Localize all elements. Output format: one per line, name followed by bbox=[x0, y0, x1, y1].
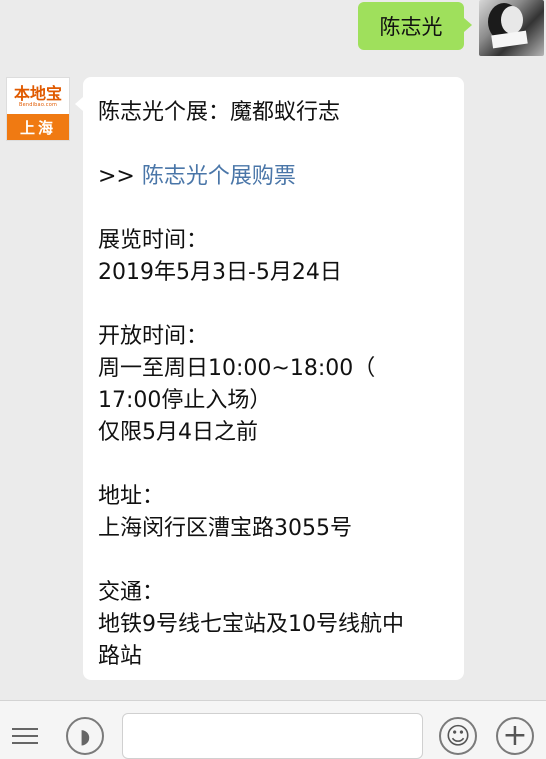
emoji-icon[interactable]: ☺ bbox=[439, 717, 477, 755]
address: 上海闵行区漕宝路3055号 bbox=[98, 516, 352, 541]
chat-input-bar: ◗ ☺ + bbox=[0, 700, 546, 759]
user-avatar[interactable] bbox=[479, 0, 544, 56]
exhibition-time: 2019年5月3日-5月24日 bbox=[98, 260, 342, 285]
opening-hours-note: 仅限5月4日之前 bbox=[98, 420, 258, 445]
message-title: 陈志光个展：魔都蚁行志 bbox=[98, 100, 341, 125]
bot-city-label: 上海 bbox=[7, 114, 69, 140]
bot-logo-subtitle: Bendibao.com bbox=[18, 101, 58, 108]
ticket-link-line[interactable]: >> 陈志光个展购票 bbox=[98, 161, 450, 193]
menu-icon[interactable] bbox=[12, 723, 38, 747]
opening-hours-line-2: 17:00停止入场） bbox=[98, 388, 272, 413]
user-message-text: 陈志光 bbox=[379, 15, 443, 39]
transport-line-1: 地铁9号线七宝站及10号线航中 bbox=[98, 612, 404, 637]
bot-avatar[interactable]: 本地宝 Bendibao.com 上海 bbox=[6, 77, 70, 141]
bot-message-bubble[interactable]: 陈志光个展：魔都蚁行志 >> 陈志光个展购票 展览时间： 2019年5月3日-5… bbox=[75, 77, 464, 680]
message-input[interactable] bbox=[122, 713, 423, 759]
address-label: 地址： bbox=[98, 484, 165, 509]
opening-hours-line-1: 周一至周日10:00~18:00（ bbox=[98, 356, 376, 381]
link-prefix: >> bbox=[98, 164, 135, 189]
transport-label: 交通： bbox=[98, 580, 165, 605]
voice-icon[interactable]: ◗ bbox=[66, 717, 104, 755]
opening-hours-label: 开放时间： bbox=[98, 324, 209, 349]
plus-icon[interactable]: + bbox=[496, 717, 534, 755]
user-message-bubble[interactable]: 陈志光 bbox=[358, 2, 472, 50]
ticket-link[interactable]: 陈志光个展购票 bbox=[142, 164, 296, 189]
exhibition-time-label: 展览时间： bbox=[98, 228, 209, 253]
bot-logo-title: 本地宝 bbox=[13, 83, 62, 103]
transport-line-2: 路站 bbox=[98, 644, 143, 669]
